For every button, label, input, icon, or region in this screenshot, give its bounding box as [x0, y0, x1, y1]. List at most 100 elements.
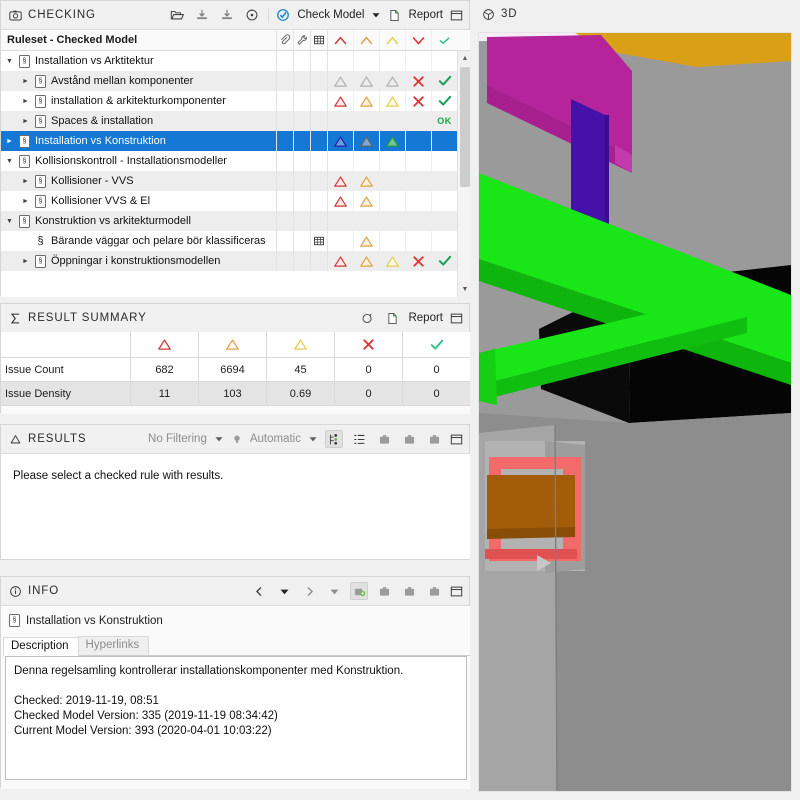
tree-row-label: Bärande väggar och pelare bör klassifice…: [51, 235, 266, 247]
expander-expand-icon[interactable]: ►: [21, 198, 30, 205]
column-header-table[interactable]: [310, 30, 327, 50]
chevron-down-icon[interactable]: [371, 10, 381, 20]
filter-label[interactable]: No Filtering: [148, 433, 207, 445]
cell-critical: [327, 111, 353, 131]
report-label[interactable]: Report: [408, 312, 443, 324]
filter-dropdown-icon[interactable]: [325, 582, 343, 600]
column-header-minor[interactable]: [379, 30, 405, 50]
expander-expand-icon[interactable]: ►: [21, 118, 30, 125]
tree-row[interactable]: ▼ § Konstruktion vs arkitekturmodell: [1, 211, 471, 231]
tree-scrollbar[interactable]: ▲ ▼: [457, 51, 472, 297]
info-tab[interactable]: Hyperlinks: [77, 636, 150, 655]
info-tab-bar[interactable]: Description Hyperlinks: [3, 636, 471, 656]
summary-row-label: Issue Density: [1, 382, 131, 406]
tree-row-content: ► § Spaces & installation: [1, 111, 153, 131]
tree-row-status-columns: [276, 131, 457, 151]
cell-minor: [379, 151, 405, 171]
expander-expand-icon[interactable]: ►: [21, 98, 30, 105]
cell-fail: [405, 191, 431, 211]
check-model-icon[interactable]: [276, 8, 290, 22]
expander-expand-icon[interactable]: ►: [21, 258, 30, 265]
grouping-label[interactable]: Automatic: [250, 433, 301, 445]
tree-row[interactable]: ► § Spaces & installation OK: [1, 111, 471, 131]
summary-cell-value: 0: [403, 358, 471, 382]
open-folder-icon[interactable]: [168, 6, 186, 24]
model-isolate-icon[interactable]: [375, 430, 393, 448]
cell-table: [310, 131, 327, 151]
report-label[interactable]: Report: [408, 9, 443, 21]
tree-row-status-columns: [276, 151, 457, 171]
maximize-panel-icon[interactable]: [450, 585, 463, 598]
tree-view-icon[interactable]: [325, 430, 343, 448]
tree-row[interactable]: ► § Installation vs Konstruktion: [1, 131, 471, 151]
results-toolbar: No Filtering Automatic: [148, 430, 463, 448]
tree-row-status-columns: [276, 71, 457, 91]
copy-icon[interactable]: [358, 309, 376, 327]
clear-results-icon[interactable]: [243, 6, 261, 24]
ruleset-header-row: Ruleset - Checked Model: [1, 30, 471, 51]
application-window: CHECKING Check Model Report Ruleset - Ch…: [0, 0, 800, 800]
expander-expand-icon[interactable]: ►: [21, 178, 30, 185]
cell-major: [353, 191, 379, 211]
summary-cell-value: 682: [131, 358, 199, 382]
viewport-3d-canvas[interactable]: [478, 32, 792, 792]
tree-row-label: Kollisionskontroll - Installationsmodell…: [35, 155, 227, 167]
scrollbar-thumb[interactable]: [460, 67, 470, 187]
check-model-label[interactable]: Check Model: [297, 9, 364, 21]
chevron-down-icon[interactable]: [308, 434, 318, 444]
summary-header-severity-major: [199, 332, 267, 358]
tree-row[interactable]: § Bärande väggar och pelare bör klassific…: [1, 231, 471, 251]
summary-cell-value: 0.69: [267, 382, 335, 406]
chevron-down-icon[interactable]: [275, 582, 293, 600]
expander-expand-icon[interactable]: ►: [21, 78, 30, 85]
cell-critical: [327, 191, 353, 211]
info-header: INFO: [1, 577, 469, 605]
column-header-tool[interactable]: [293, 30, 310, 50]
report-document-icon[interactable]: [383, 309, 401, 327]
tree-row[interactable]: ► § Öppningar i konstruktionsmodellen: [1, 251, 471, 271]
tree-row[interactable]: ► § installation & arkitekturkomponenter: [1, 91, 471, 111]
column-header-major[interactable]: [353, 30, 379, 50]
maximize-panel-icon[interactable]: [450, 433, 463, 446]
maximize-panel-icon[interactable]: [450, 312, 463, 325]
viewport-3d-title: 3D: [501, 8, 518, 20]
model-hide-icon[interactable]: [400, 430, 418, 448]
export-icon[interactable]: [218, 6, 236, 24]
tree-row[interactable]: ► § Avstånd mellan komponenter: [1, 71, 471, 91]
cell-minor: [379, 131, 405, 151]
cell-tool: [293, 51, 310, 71]
tree-row[interactable]: ▼ § Kollisionskontroll - Installationsmode…: [1, 151, 471, 171]
import-icon[interactable]: [193, 6, 211, 24]
expander-collapse-icon[interactable]: ▼: [5, 158, 14, 165]
expander-collapse-icon[interactable]: ▼: [5, 218, 14, 225]
column-header-attachment[interactable]: [276, 30, 293, 50]
list-view-icon[interactable]: [350, 430, 368, 448]
report-document-icon[interactable]: [388, 9, 401, 22]
model-hide-icon[interactable]: [400, 582, 418, 600]
cell-critical: [327, 51, 353, 71]
cell-major: [353, 51, 379, 71]
model-show-all-icon[interactable]: [425, 430, 443, 448]
results-header: RESULTS No Filtering Automatic: [1, 425, 469, 453]
expander-expand-icon[interactable]: ►: [5, 138, 14, 145]
column-header-critical[interactable]: [327, 30, 353, 50]
tree-row[interactable]: ► § Kollisioner VVS & El: [1, 191, 471, 211]
cell-table: [310, 251, 327, 271]
cell-pass: [431, 191, 457, 211]
expander-collapse-icon[interactable]: ▼: [5, 58, 14, 65]
model-isolate-icon[interactable]: [375, 582, 393, 600]
chevron-down-icon[interactable]: [214, 434, 224, 444]
previous-icon[interactable]: [250, 582, 268, 600]
rule-tree[interactable]: ▼ § Installation vs Arktitektur ► § Avstånd m…: [1, 51, 471, 297]
info-tab[interactable]: Description: [3, 637, 79, 656]
link-objects-icon[interactable]: [350, 582, 368, 600]
ruleset-header-label: Ruleset - Checked Model: [7, 34, 138, 46]
model-show-all-icon[interactable]: [425, 582, 443, 600]
grouping-icon: [231, 433, 243, 445]
column-header-pass[interactable]: [431, 30, 457, 50]
tree-row[interactable]: ▼ § Installation vs Arktitektur: [1, 51, 471, 71]
tree-row[interactable]: ► § Kollisioner - VVS: [1, 171, 471, 191]
maximize-panel-icon[interactable]: [450, 9, 463, 22]
column-header-fail[interactable]: [405, 30, 431, 50]
next-icon[interactable]: [300, 582, 318, 600]
